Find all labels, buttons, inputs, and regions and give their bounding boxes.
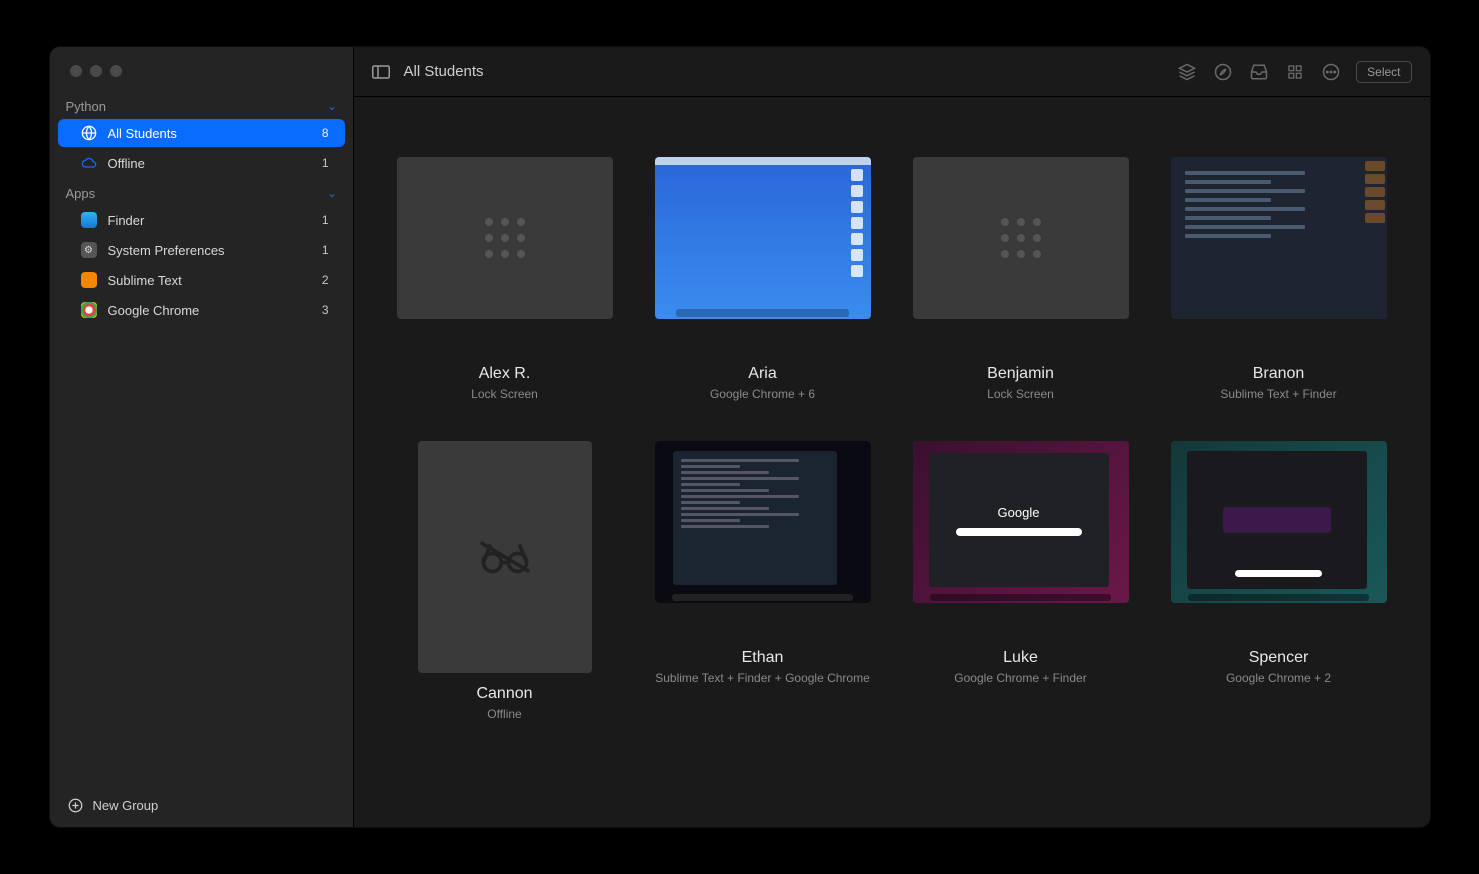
student-name: Cannon [476,685,532,703]
new-group-button[interactable]: New Group [50,784,353,827]
student-card[interactable]: Branon Sublime Text + Finder [1168,157,1390,401]
sidebar-item-system-preferences[interactable]: ⚙︎ System Preferences 1 [58,236,345,264]
student-status: Google Chrome + 6 [710,387,815,401]
compass-icon[interactable] [1212,61,1234,83]
plus-circle-icon [68,798,83,813]
student-card[interactable]: Spencer Google Chrome + 2 [1168,441,1390,721]
sidebar-item-label: Finder [108,213,322,228]
student-thumbnail [655,441,871,603]
student-name: Alex R. [479,365,531,383]
student-status: Offline [487,707,521,721]
student-status: Google Chrome + Finder [954,671,1086,685]
student-status: Sublime Text + Finder [1220,387,1336,401]
sidebar-item-count: 8 [322,126,329,140]
sidebar-item-count: 3 [322,303,329,317]
sidebar-item-label: All Students [108,126,322,141]
minimize-icon[interactable] [90,65,102,77]
grid-icon[interactable] [1284,61,1306,83]
more-icon[interactable] [1320,61,1342,83]
lock-screen-icon [485,218,525,258]
student-thumbnail [913,157,1129,319]
student-status: Lock Screen [987,387,1054,401]
app-window: Python ⌄ All Students 8 Offline 1 Apps ⌄… [50,47,1430,827]
chrome-icon [80,301,98,319]
student-status: Lock Screen [471,387,538,401]
chevron-down-icon: ⌄ [327,100,336,113]
chevron-down-icon: ⌄ [327,187,336,200]
student-card[interactable]: Ethan Sublime Text + Finder + Google Chr… [652,441,874,721]
sidebar-item-sublime-text[interactable]: Sublime Text 2 [58,266,345,294]
close-icon[interactable] [70,65,82,77]
sidebar-item-finder[interactable]: Finder 1 [58,206,345,234]
select-button[interactable]: Select [1356,61,1411,83]
student-status: Google Chrome + 2 [1226,671,1331,685]
student-thumbnail: Google [913,441,1129,603]
student-name: Ethan [742,649,784,667]
lock-screen-icon [1001,218,1041,258]
page-title: All Students [404,63,484,80]
zoom-icon[interactable] [110,65,122,77]
student-name: Luke [1003,649,1038,667]
sidebar-item-google-chrome[interactable]: Google Chrome 3 [58,296,345,324]
sidebar-item-label: System Preferences [108,243,322,258]
student-thumbnail [397,157,613,319]
student-thumbnail [418,441,592,673]
inbox-icon[interactable] [1248,61,1270,83]
sidebar-section-python[interactable]: Python ⌄ [50,91,353,118]
student-card[interactable]: Cannon Offline [394,441,616,721]
sidebar-item-label: Offline [108,156,322,171]
student-thumbnail [1171,157,1387,319]
student-thumbnail [655,157,871,319]
student-card[interactable]: Aria Google Chrome + 6 [652,157,874,401]
section-title: Python [66,99,106,114]
student-card[interactable]: Alex R. Lock Screen [394,157,616,401]
student-name: Aria [748,365,776,383]
student-name: Benjamin [987,365,1054,383]
new-group-label: New Group [93,798,159,813]
globe-icon [80,124,98,142]
finder-icon [80,211,98,229]
sidebar-item-count: 1 [322,213,329,227]
gear-icon: ⚙︎ [80,241,98,259]
sidebar-item-count: 1 [322,243,329,257]
sidebar-item-count: 1 [322,156,329,170]
sidebar-item-offline[interactable]: Offline 1 [58,149,345,177]
student-name: Branon [1253,365,1305,383]
sidebar-item-label: Sublime Text [108,273,322,288]
window-controls [50,47,353,91]
section-title: Apps [66,186,96,201]
sublime-icon [80,271,98,289]
student-grid: Alex R. Lock Screen Aria Google Chrome +… [354,97,1430,827]
sidebar-section-apps[interactable]: Apps ⌄ [50,178,353,205]
offline-icon [478,537,532,577]
student-card[interactable]: Google Luke Google Chrome + Finder [910,441,1132,721]
sidebar-toggle-icon[interactable] [372,65,390,79]
content: All Students Select [354,47,1430,827]
student-name: Spencer [1249,649,1309,667]
student-status: Sublime Text + Finder + Google Chrome [655,671,870,685]
sidebar-item-label: Google Chrome [108,303,322,318]
sidebar-item-count: 2 [322,273,329,287]
toolbar: All Students Select [354,47,1430,97]
layers-icon[interactable] [1176,61,1198,83]
student-card[interactable]: Benjamin Lock Screen [910,157,1132,401]
cloud-off-icon [80,154,98,172]
sidebar-item-all-students[interactable]: All Students 8 [58,119,345,147]
student-thumbnail [1171,441,1387,603]
sidebar: Python ⌄ All Students 8 Offline 1 Apps ⌄… [50,47,354,827]
